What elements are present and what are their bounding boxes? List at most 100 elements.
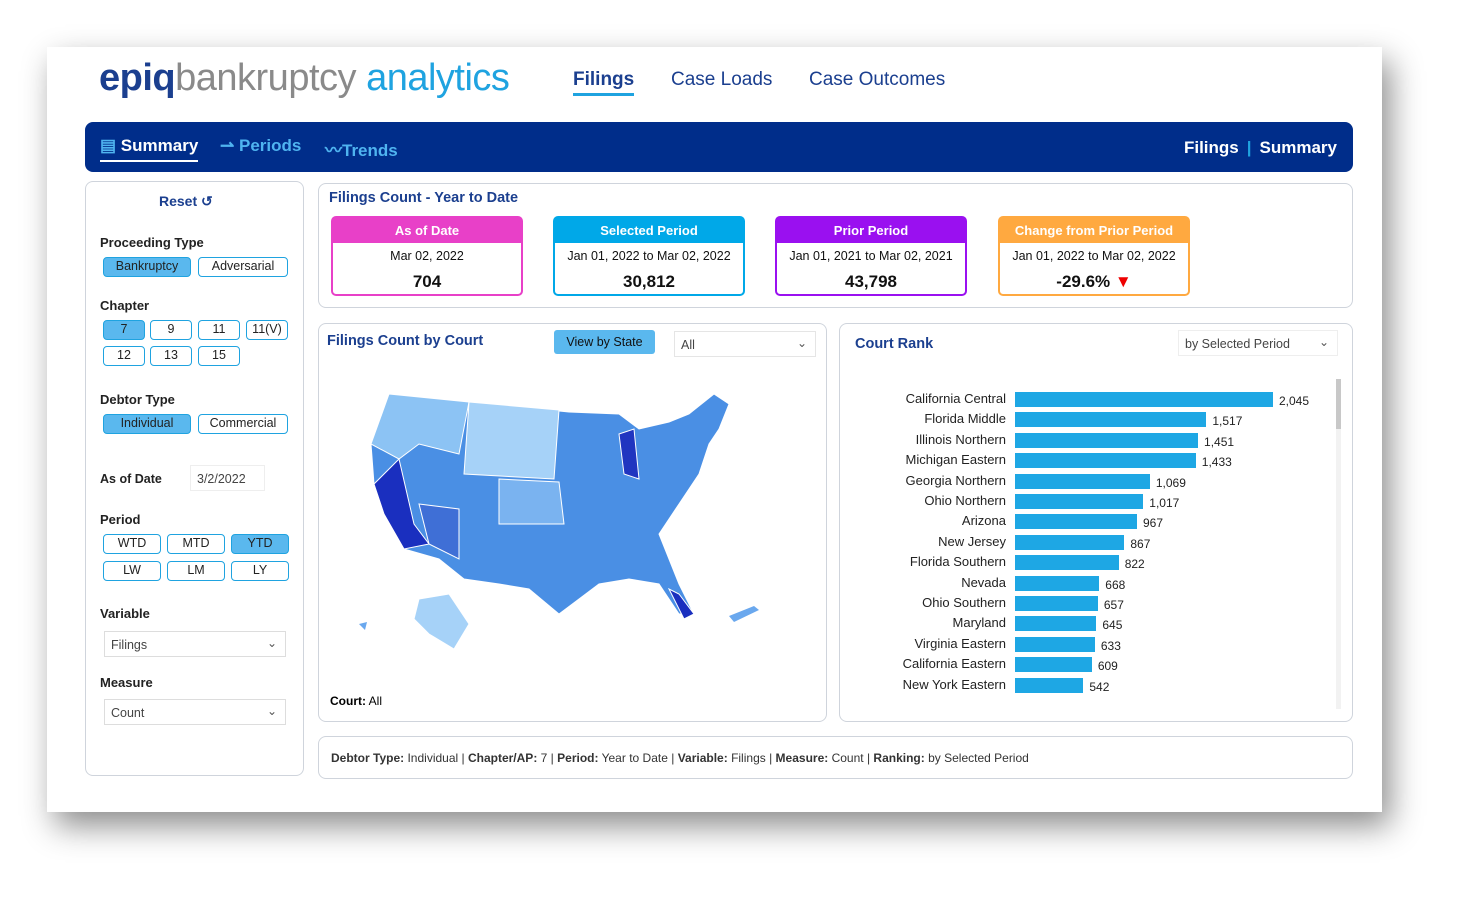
debtor-individual[interactable]: Individual	[103, 414, 191, 434]
period-lw[interactable]: LW	[103, 561, 161, 581]
kpi-date: Jan 01, 2022 to Mar 02, 2022	[1012, 249, 1176, 263]
period-mtd[interactable]: MTD	[167, 534, 225, 554]
down-arrow-icon: ▼	[1114, 272, 1132, 291]
rank-court-label: Georgia Northern	[905, 472, 1006, 488]
sub-nav-bar: ▤ Summary ⇀ Periods 〰Trends Filings | Summ…	[85, 122, 1353, 172]
logo: epiqbankruptcy analytics	[99, 57, 510, 99]
rank-court-label: Florida Middle	[924, 411, 1006, 427]
chevron-down-icon: ⌄	[266, 636, 277, 650]
chapter-label: Chapter	[100, 298, 150, 313]
court-rank-title: Court Rank	[855, 336, 934, 352]
rank-value-label: 1,433	[1201, 455, 1232, 470]
tab-periods[interactable]: ⇀ Periods	[220, 136, 301, 156]
scrollbar[interactable]	[1336, 379, 1341, 709]
rank-court-label: California Eastern	[902, 656, 1006, 672]
rank-bar[interactable]	[1015, 534, 1125, 550]
chevron-down-icon: ⌄	[266, 704, 277, 718]
view-by-state-button[interactable]: View by State	[554, 330, 655, 354]
rank-bar[interactable]	[1015, 575, 1100, 591]
rank-bar[interactable]	[1015, 514, 1137, 530]
rank-value-label: 1,017	[1149, 496, 1180, 510]
northern-plains-region	[463, 401, 560, 480]
period-wtd[interactable]: WTD	[103, 534, 161, 554]
summary-value: 7	[540, 751, 548, 765]
summary-value: Filings	[731, 751, 766, 765]
rank-bar[interactable]	[1015, 657, 1092, 673]
period-label: Period	[100, 512, 141, 527]
period-ytd[interactable]: YTD	[231, 534, 289, 554]
ranking-dropdown[interactable]: by Selected Period ⌄	[1178, 330, 1338, 356]
rank-bar[interactable]	[1015, 636, 1095, 652]
rank-value-label: 822	[1124, 557, 1145, 572]
chapter-9[interactable]: 9	[150, 320, 192, 340]
nav-case-outcomes[interactable]: Case Outcomes	[809, 69, 945, 91]
tab-summary[interactable]: ▤ Summary	[100, 136, 199, 162]
proceeding-bankruptcy[interactable]: Bankruptcy	[103, 257, 191, 277]
breadcrumb: Filings | Summary	[1183, 138, 1337, 157]
summary-key: Measure:	[775, 751, 829, 765]
rank-bar[interactable]	[1015, 453, 1196, 469]
measure-label: Measure	[100, 675, 153, 690]
kpi-title: Filings Count - Year to Date	[329, 190, 519, 206]
rank-bar[interactable]	[1015, 473, 1150, 489]
rank-bar[interactable]	[1015, 392, 1273, 407]
debtor-commercial[interactable]: Commercial	[198, 414, 288, 434]
rank-court-label: Virginia Eastern	[914, 635, 1006, 651]
rank-bar[interactable]	[1015, 494, 1144, 509]
central-region	[498, 478, 565, 525]
kpi-header: Change from Prior Period	[1000, 218, 1188, 243]
measure-dropdown[interactable]: Count ⌄	[104, 699, 286, 725]
proceeding-adversarial[interactable]: Adversarial	[198, 257, 288, 277]
rank-value-label: 668	[1105, 577, 1126, 592]
rank-value-label: 542	[1089, 679, 1110, 694]
rank-court-label: Ohio Southern	[922, 595, 1006, 610]
reset-button[interactable]: Reset ↺	[159, 193, 213, 210]
kpi-value: -29.6% ▼	[1056, 272, 1132, 291]
tab-trends[interactable]: 〰Trends	[325, 136, 398, 161]
kpi-date: Jan 01, 2022 to Mar 02, 2022	[567, 249, 731, 263]
nav-case-loads[interactable]: Case Loads	[671, 69, 772, 91]
summary-value: Count	[831, 751, 864, 765]
chapter-12[interactable]: 12	[103, 346, 145, 366]
kpi-card: Change from Prior Period Jan 01, 2022 to …	[998, 216, 1190, 296]
dashboard: epiqbankruptcy analytics Filings Case Lo…	[47, 47, 1382, 812]
rank-bar[interactable]	[1015, 432, 1199, 448]
court-footer: Court: All	[330, 694, 383, 708]
variable-label: Variable	[100, 606, 150, 621]
selection-summary: Debtor Type: Individual | Chapter/AP: 7 …	[318, 736, 1353, 779]
rank-bar[interactable]	[1015, 677, 1084, 693]
proceeding-type-label: Proceeding Type	[100, 235, 204, 250]
us-map[interactable]	[359, 384, 789, 664]
rank-value-label: 633	[1100, 638, 1121, 653]
rank-bar[interactable]	[1015, 412, 1207, 428]
summary-value: Year to Date	[601, 751, 668, 765]
trend-icon: 〰	[325, 141, 342, 160]
rank-bar[interactable]	[1015, 555, 1119, 571]
as-of-date-input[interactable]: 3/2/2022	[190, 465, 265, 491]
chapter-13[interactable]: 13	[150, 346, 192, 366]
chapter-15[interactable]: 15	[198, 346, 240, 366]
summary-value: Individual	[407, 751, 459, 765]
variable-dropdown[interactable]: Filings ⌄	[104, 631, 286, 657]
rank-value-label: 1,069	[1155, 475, 1186, 490]
rank-bar[interactable]	[1015, 616, 1097, 632]
kpi-date: Mar 02, 2022	[390, 249, 464, 263]
rank-court-label: Nevada	[961, 574, 1006, 590]
period-lm[interactable]: LM	[167, 561, 225, 581]
kpi-card: Selected Period Jan 01, 2022 to Mar 02, 2…	[553, 216, 745, 296]
summary-value: by Selected Period	[928, 751, 1029, 765]
chapter-7[interactable]: 7	[103, 320, 145, 340]
map-title: Filings Count by Court	[327, 333, 484, 349]
rank-court-label: Maryland	[952, 615, 1006, 631]
rank-bar[interactable]	[1015, 596, 1098, 611]
period-ly[interactable]: LY	[231, 561, 289, 581]
rank-court-label: New Jersey	[938, 533, 1006, 549]
chapter-11v[interactable]: 11(V)	[246, 320, 288, 340]
summary-key: Variable:	[677, 751, 728, 765]
kpi-header: Selected Period	[555, 218, 743, 243]
nav-filings[interactable]: Filings	[573, 69, 635, 96]
court-dropdown[interactable]: All ⌄	[674, 331, 816, 357]
rank-value-label: 867	[1130, 536, 1151, 551]
chapter-11[interactable]: 11	[198, 320, 240, 340]
scrollbar-thumb[interactable]	[1336, 379, 1341, 429]
